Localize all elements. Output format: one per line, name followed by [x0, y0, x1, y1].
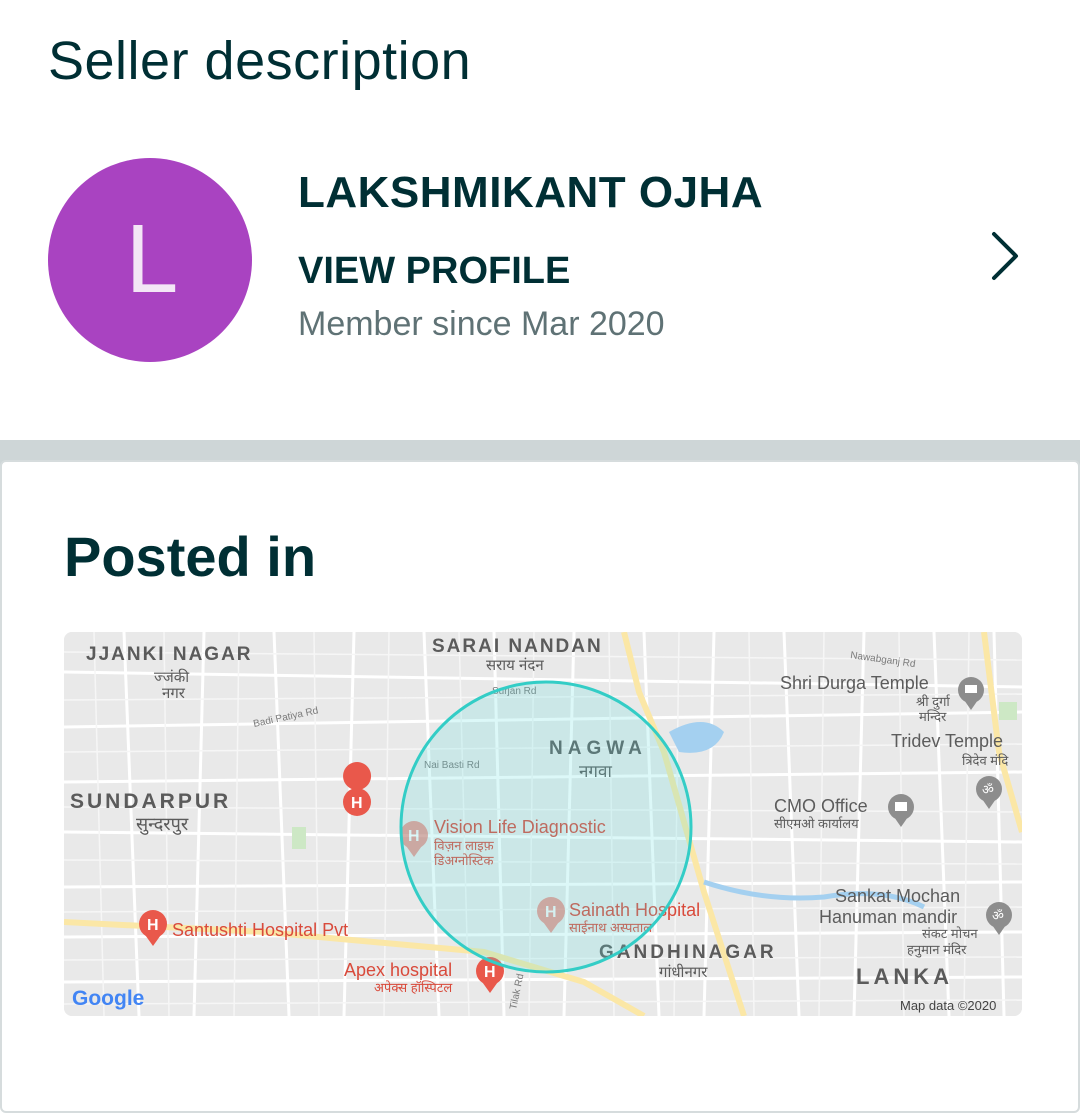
- avatar-letter: L: [124, 206, 176, 314]
- view-profile-link[interactable]: VIEW PROFILE: [298, 250, 570, 293]
- map-label-santushti: Santushti Hospital Pvt: [172, 920, 348, 940]
- park: [999, 702, 1017, 720]
- map-label-cmo-hi: सीएमओ कार्यालय: [774, 816, 859, 831]
- svg-text:ॐ: ॐ: [992, 908, 1004, 923]
- posted-in-title: Posted in: [64, 525, 317, 588]
- seller-avatar[interactable]: L: [48, 158, 252, 362]
- location-radius-circle: [399, 680, 693, 974]
- map-label-shri-durga: Shri Durga Temple: [780, 673, 929, 693]
- map-label-gandhinagar-hi: गांधीनगर: [659, 963, 708, 981]
- map-label-durga-hi: श्री दुर्गा: [916, 694, 951, 710]
- map-label-hanuman: Hanuman mandir: [819, 907, 957, 927]
- map-label-apex: Apex hospital: [344, 960, 452, 980]
- map-label-tridev-hi: त्रिदेव मंदि: [962, 753, 1009, 768]
- map-label-sankat-hi: संकट मोचन: [922, 926, 978, 941]
- seller-description-title: Seller description: [48, 31, 472, 91]
- map-label-jjanki-hi: ज्जंकी: [154, 668, 190, 686]
- map-label-durga-hi-2: मन्दिर: [919, 709, 947, 724]
- map-label-tridev: Tridev Temple: [891, 731, 1003, 751]
- map-label-sundarpur-hi: सुन्दरपुर: [136, 814, 189, 835]
- seller-name: LAKSHMIKANT OJHA: [298, 168, 764, 217]
- map-label-jjanki-nagar: JJANKI NAGAR: [86, 644, 253, 665]
- map-label-sankat-hi-2: हनुमान मंदिर: [907, 942, 967, 958]
- google-logo: Google: [72, 987, 144, 1010]
- svg-text:ॐ: ॐ: [982, 782, 994, 797]
- map-label-sarai-nandan: SARAI NANDAN: [432, 636, 603, 657]
- map-label-apex-hi: अपेक्स हॉस्पिटल: [374, 980, 452, 995]
- chevron-right-icon[interactable]: [982, 226, 1030, 286]
- map-label-jjanki-hi-2: नगर: [162, 685, 186, 702]
- map-data-attribution: Map data ©2020: [900, 998, 996, 1013]
- location-map[interactable]: JJANKI NAGAR SARAI NANDAN NAGWA SUNDARPU…: [64, 632, 1022, 1016]
- map-label-sundarpur: SUNDARPUR: [70, 790, 231, 813]
- map-label-cmo: CMO Office: [774, 796, 868, 816]
- svg-text:H: H: [147, 917, 159, 934]
- map-label-sarai-hi: सराय नंदन: [486, 657, 544, 674]
- svg-text:H: H: [484, 964, 496, 981]
- map-label-sankat: Sankat Mochan: [835, 886, 960, 906]
- seller-description-card: Seller description L LAKSHMIKANT OJHA VI…: [0, 0, 1080, 440]
- park: [292, 827, 306, 849]
- map-label-lanka: LANKA: [856, 964, 953, 989]
- member-since-text: Member since Mar 2020: [298, 305, 665, 343]
- svg-text:H: H: [351, 795, 363, 812]
